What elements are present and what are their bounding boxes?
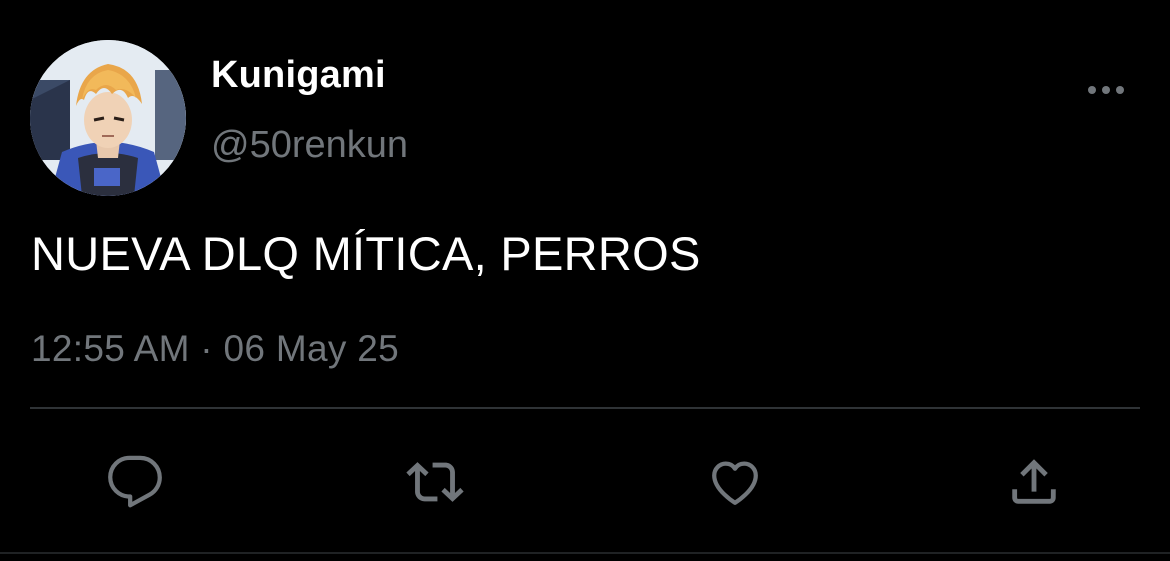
retweet-icon	[406, 462, 464, 502]
share-icon	[1012, 459, 1056, 504]
heart-icon	[712, 461, 758, 505]
avatar-image	[30, 40, 186, 196]
user-handle[interactable]: @50renkun	[211, 124, 408, 167]
avatar[interactable]	[30, 40, 186, 196]
tweet-timestamp: 12:55 AM · 06 May 25	[31, 328, 399, 369]
tweet-text: NUEVA DLQ MÍTICA, PERROS	[31, 227, 701, 280]
share-button[interactable]	[1004, 452, 1064, 512]
reply-button[interactable]	[105, 452, 165, 512]
retweet-button[interactable]	[405, 452, 465, 512]
more-options-icon[interactable]	[1086, 80, 1126, 100]
display-name[interactable]: Kunigami	[211, 54, 386, 97]
tweet-card: Kunigami @50renkun NUEVA DLQ MÍTICA, PER…	[0, 0, 1170, 561]
bottom-divider	[0, 552, 1170, 554]
divider	[30, 407, 1140, 409]
like-button[interactable]	[705, 452, 765, 512]
reply-icon	[108, 455, 162, 508]
